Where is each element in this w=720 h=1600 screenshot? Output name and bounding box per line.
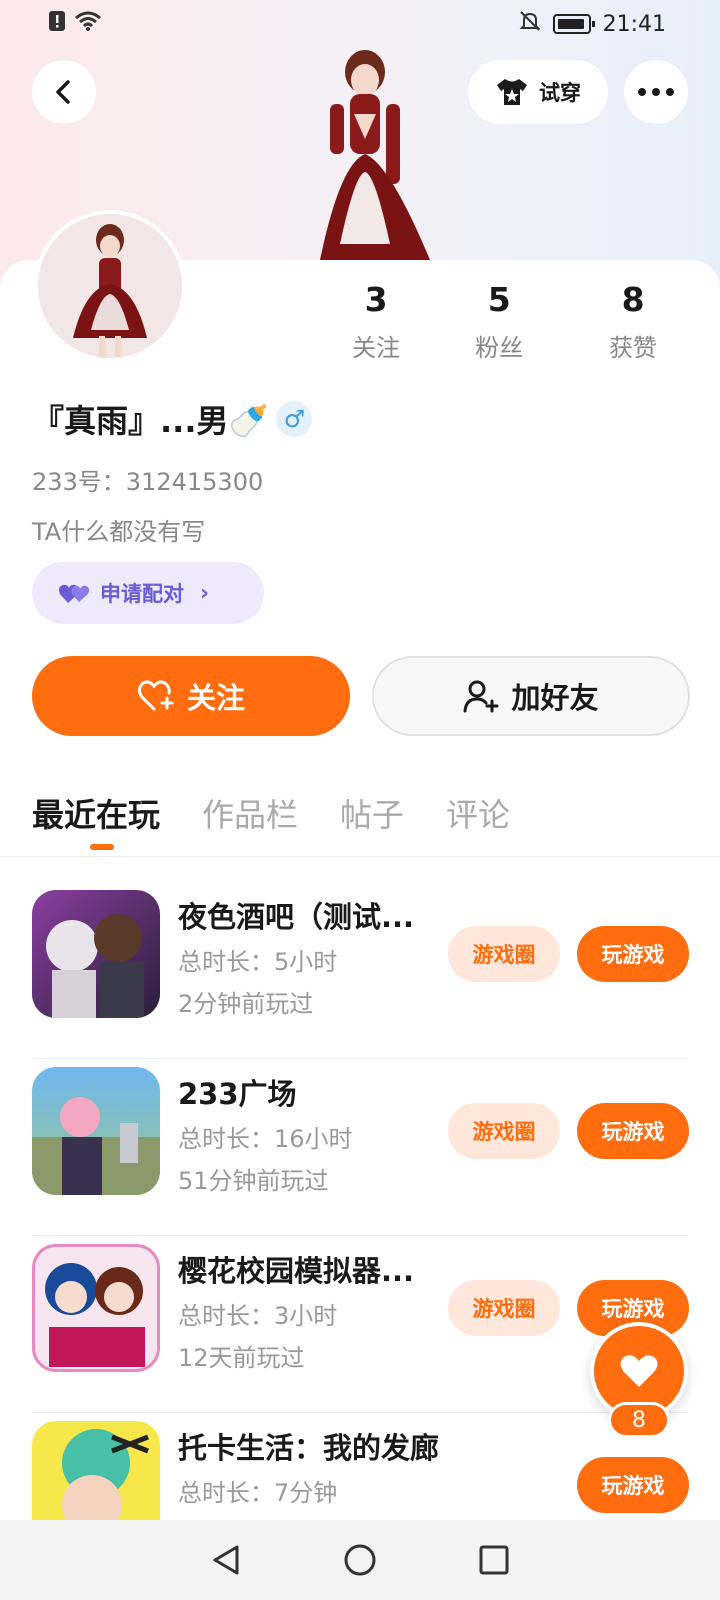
game-last-played: 2分钟前玩过 xyxy=(178,990,314,1018)
game-title: 托卡生活：我的发廊 xyxy=(178,1431,440,1465)
game-duration: 总时长：16小时 xyxy=(178,1125,353,1153)
tab-posts[interactable]: 帖子 xyxy=(340,790,404,836)
shirt-icon xyxy=(497,79,527,105)
list-item[interactable]: 233广场 总时长：16小时 51分钟前玩过 游戏圈 玩游戏 xyxy=(32,1059,689,1236)
battery-icon xyxy=(552,14,595,34)
like-count-badge: 8 xyxy=(608,1402,670,1438)
play-game-button[interactable]: 玩游戏 xyxy=(577,1103,689,1159)
chevron-left-icon xyxy=(56,80,70,104)
recents-square-icon[interactable] xyxy=(477,1543,511,1577)
back-button[interactable] xyxy=(32,60,96,124)
double-heart-icon xyxy=(59,584,90,603)
game-title: 233广场 xyxy=(178,1077,297,1111)
game-title: 夜色酒吧（测试... xyxy=(178,900,415,934)
heart-icon xyxy=(620,1355,658,1387)
male-gender-icon: ♂ xyxy=(276,401,313,437)
game-title: 樱花校园模拟器... xyxy=(178,1254,415,1288)
game-icon xyxy=(32,1244,160,1372)
game-circle-button[interactable]: 游戏圈 xyxy=(448,1103,560,1159)
stat-label: 关注 xyxy=(352,334,401,362)
stat-value: 5 xyxy=(487,280,511,319)
game-duration: 总时长：3小时 xyxy=(178,1302,338,1330)
add-friend-button[interactable]: 加好友 xyxy=(372,656,690,736)
stat-fans[interactable]: 5 粉丝 xyxy=(432,280,566,363)
mute-icon xyxy=(519,10,541,38)
follow-label: 关注 xyxy=(186,681,245,715)
divider xyxy=(0,856,720,857)
request-pair-button[interactable]: 申请配对 › xyxy=(32,562,264,624)
stat-value: 8 xyxy=(621,280,645,319)
game-last-played: 12天前玩过 xyxy=(178,1344,305,1372)
stat-label: 粉丝 xyxy=(475,334,524,362)
profile-tabs: 最近在玩 作品栏 帖子 评论 xyxy=(32,790,510,850)
follow-button[interactable]: 关注 xyxy=(32,656,350,736)
list-item[interactable]: 夜色酒吧（测试... 总时长：5小时 2分钟前玩过 游戏圈 玩游戏 xyxy=(32,882,689,1059)
game-duration: 总时长：7分钟 xyxy=(178,1479,338,1507)
game-circle-button[interactable]: 游戏圈 xyxy=(448,1280,560,1336)
play-game-button[interactable]: 玩游戏 xyxy=(577,1457,689,1513)
add-user-icon xyxy=(463,680,499,713)
heart-plus-icon xyxy=(137,680,174,711)
recent-games-list: 夜色酒吧（测试... 总时长：5小时 2分钟前玩过 游戏圈 玩游戏 233广场 … xyxy=(32,882,689,1590)
wifi-icon xyxy=(74,10,102,36)
game-duration: 总时长：5小时 xyxy=(178,948,338,976)
tab-recently-played[interactable]: 最近在玩 xyxy=(32,790,160,850)
user-id: 233号：312415300 xyxy=(32,468,264,496)
play-game-button[interactable]: 玩游戏 xyxy=(577,926,689,982)
profile-stats: 3 关注 5 粉丝 8 获赞 xyxy=(320,280,700,363)
status-bar: 21:41 xyxy=(0,0,720,48)
stat-following[interactable]: 3 关注 xyxy=(320,280,432,363)
back-triangle-icon[interactable] xyxy=(209,1543,243,1577)
avatar-character-image xyxy=(280,44,450,260)
game-circle-button[interactable]: 游戏圈 xyxy=(448,926,560,982)
user-bio: TA什么都没有写 xyxy=(32,518,206,546)
more-dots-icon xyxy=(638,88,674,96)
list-item[interactable]: 樱花校园模拟器... 总时长：3小时 12天前玩过 游戏圈 玩游戏 xyxy=(32,1236,689,1413)
name-row: 『真雨』...男🍼 ♂ xyxy=(32,396,313,442)
home-circle-icon[interactable] xyxy=(343,1543,377,1577)
tab-works[interactable]: 作品栏 xyxy=(202,790,298,836)
stat-label: 获赞 xyxy=(609,334,658,362)
chevron-right-icon: › xyxy=(200,580,210,606)
profile-name: 『真雨』...男🍼 xyxy=(32,402,269,440)
try-on-label: 试穿 xyxy=(539,81,581,105)
pair-label: 申请配对 xyxy=(100,582,184,606)
try-on-button[interactable]: 试穿 xyxy=(468,60,608,124)
game-icon xyxy=(32,890,160,1018)
game-icon xyxy=(32,1067,160,1195)
stat-likes[interactable]: 8 获赞 xyxy=(566,280,700,363)
more-options-button[interactable] xyxy=(624,60,688,124)
game-last-played: 51分钟前玩过 xyxy=(178,1167,329,1195)
system-navigation-bar xyxy=(0,1520,720,1600)
add-friend-label: 加好友 xyxy=(511,681,599,715)
avatar[interactable] xyxy=(34,210,186,362)
stat-value: 3 xyxy=(364,280,388,319)
tab-comments[interactable]: 评论 xyxy=(446,790,510,836)
alert-icon xyxy=(48,10,66,36)
status-time: 21:41 xyxy=(602,11,666,37)
